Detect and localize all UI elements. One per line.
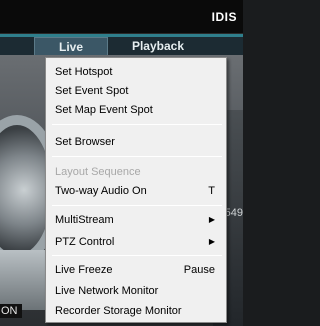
menu-gutter [46, 58, 51, 322]
menu-separator [52, 124, 222, 125]
menu-item-label: Set Map Event Spot [55, 104, 153, 116]
menu-item-label: Set Event Spot [55, 85, 129, 97]
menu-item-label: PTZ Control [55, 236, 115, 248]
menu-separator [52, 156, 222, 157]
menu-item-two-way-audio[interactable]: Two-way Audio On T [55, 182, 223, 200]
menu-item-label: Recorder Storage Monitor [55, 305, 182, 317]
menu-item-recorder-storage-monitor[interactable]: Recorder Storage Monitor [55, 302, 223, 320]
menu-item-label: Set Browser [55, 136, 115, 148]
menu-item-ptz-control[interactable]: PTZ Control ▶ [55, 233, 223, 251]
menu-separator [52, 255, 222, 256]
menu-item-set-browser[interactable]: Set Browser [55, 133, 223, 151]
submenu-arrow-icon: ▶ [208, 215, 215, 224]
menu-item-live-network-monitor[interactable]: Live Network Monitor [55, 282, 223, 300]
menu-item-label: Two-way Audio On [55, 185, 147, 197]
submenu-arrow-icon: ▶ [208, 237, 215, 246]
menu-item-shortcut: T [208, 185, 215, 197]
camera-overlay-text: 549 [224, 207, 243, 219]
camera-status-label: ON [0, 304, 22, 318]
menu-item-set-hotspot[interactable]: Set Hotspot [55, 63, 223, 81]
top-header-bar: IDIS [0, 0, 243, 34]
menu-item-layout-sequence: Layout Sequence [55, 163, 223, 181]
menu-item-set-map-event-spot[interactable]: Set Map Event Spot [55, 101, 223, 119]
tab-live[interactable]: Live [34, 37, 108, 55]
menu-item-label: Live Network Monitor [55, 285, 159, 297]
menu-item-multistream[interactable]: MultiStream ▶ [55, 211, 223, 229]
menu-item-label: Live Freeze [55, 264, 113, 276]
menu-separator [52, 205, 222, 206]
menu-item-label: Set Hotspot [55, 66, 113, 78]
brand-logo: IDIS [211, 10, 237, 24]
menu-item-label: MultiStream [55, 214, 114, 226]
menu-item-shortcut: Pause [183, 264, 215, 276]
camera-image-highlight [0, 250, 45, 310]
tab-playback[interactable]: Playback [118, 37, 198, 55]
menu-item-set-event-spot[interactable]: Set Event Spot [55, 82, 223, 100]
menu-item-label: Layout Sequence [55, 166, 141, 178]
live-context-menu: Set Hotspot Set Event Spot Set Map Event… [45, 57, 227, 323]
menu-item-live-freeze[interactable]: Live Freeze Pause [55, 261, 223, 279]
tab-bar: Live Playback [0, 37, 243, 55]
